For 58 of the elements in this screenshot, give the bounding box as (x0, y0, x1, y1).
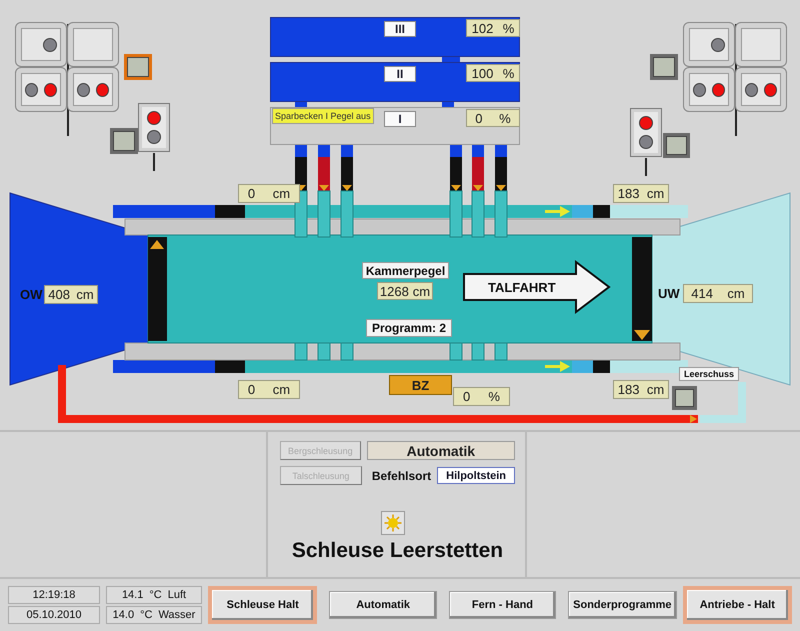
date-display: 05.10.2010 (8, 606, 100, 624)
command-button[interactable]: Automatik (329, 591, 437, 619)
mode-display: Automatik (366, 441, 515, 460)
flow-arrow (545, 206, 570, 217)
readout-value: 0 (248, 382, 256, 397)
bz-label: BZ (389, 375, 452, 395)
readout-value: 408 (48, 287, 70, 302)
connector (442, 102, 454, 107)
sun-button[interactable] (380, 511, 404, 535)
leerschuss-label: Leerschuss (679, 367, 739, 381)
readout-value: 0 (463, 389, 470, 404)
lock-title: Schleuse Leerstetten (292, 539, 504, 563)
time-display: 12:19:18 (8, 586, 100, 604)
temperature-unit: °C (140, 609, 152, 621)
command-button[interactable]: Antriebe - Halt (682, 586, 792, 624)
status-label: Sparbecken I Pegel aus (272, 108, 374, 124)
readout-value: 102 (472, 20, 494, 36)
readout-unit: cm (646, 186, 664, 201)
lower-water-label: UW (658, 286, 680, 301)
readout-value: 100 (472, 66, 494, 80)
readout-value: 1268 (380, 284, 409, 298)
readout-unit: cm (646, 382, 664, 397)
direction-label: TALFAHRT (488, 279, 556, 295)
readout-value: 183 (618, 382, 640, 397)
readout-unit: cm (272, 382, 290, 397)
sun-icon (384, 514, 402, 532)
readout-unit: % (502, 20, 514, 36)
flow-arrow (545, 361, 570, 372)
temperature-label: Wasser (158, 609, 196, 621)
chamber-label: Kammerpegel (362, 262, 449, 279)
command-button[interactable]: Schleuse Halt (208, 586, 318, 624)
readout-value: 0 (248, 186, 256, 201)
command-button[interactable]: Sonderprogramme (568, 591, 677, 619)
readout-unit: cm (412, 284, 430, 298)
readout-value: 183 (618, 186, 640, 201)
readout-value: 414 (691, 286, 713, 301)
readout-unit: cm (727, 286, 745, 301)
temperature-unit: °C (149, 589, 162, 601)
upper-water-label: OW (20, 287, 42, 302)
connector (295, 102, 307, 107)
readout-unit: cm (76, 287, 94, 302)
command-label: Befehlsort (372, 468, 432, 482)
temperature-value: 14.0 (112, 609, 134, 621)
connector (442, 57, 460, 62)
drain-pipe (700, 382, 746, 423)
temperature-value: 14.1 (122, 589, 144, 601)
reservoir-label: II (384, 66, 416, 82)
program-label: Programm: 2 (366, 319, 452, 337)
temperature-label: Luft (168, 589, 186, 601)
reservoir-label: I (384, 111, 416, 127)
reservoir-label: III (384, 21, 416, 37)
command-place: Hilpoltstein (437, 467, 515, 484)
readout-value: 0 (475, 110, 483, 126)
readout-unit: % (499, 110, 511, 126)
readout-unit: % (488, 389, 500, 404)
command-button[interactable]: Fern - Hand (448, 591, 556, 619)
readout-unit: % (502, 66, 514, 80)
readout-unit: cm (272, 186, 290, 201)
